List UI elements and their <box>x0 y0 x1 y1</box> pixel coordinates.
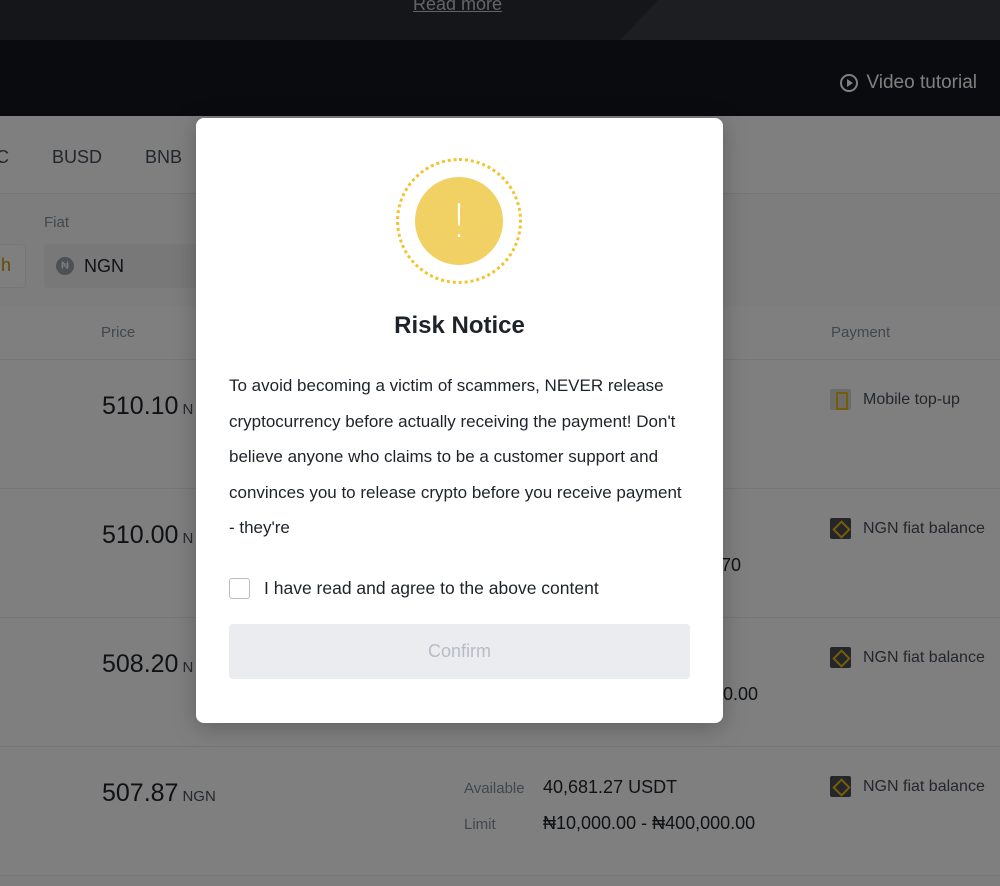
confirm-button[interactable]: Confirm <box>229 624 690 679</box>
warning-icon-ring: ! <box>396 158 522 284</box>
agree-checkbox-label: I have read and agree to the above conte… <box>264 578 599 598</box>
risk-notice-modal: ! Risk Notice To avoid becoming a victim… <box>196 118 723 723</box>
modal-title: Risk Notice <box>394 312 525 339</box>
modal-body-text: To avoid becoming a victim of scammers, … <box>229 376 682 538</box>
agree-checkbox[interactable] <box>229 578 250 599</box>
agree-checkbox-row[interactable]: I have read and agree to the above conte… <box>229 578 599 599</box>
warning-icon: ! <box>415 177 503 265</box>
